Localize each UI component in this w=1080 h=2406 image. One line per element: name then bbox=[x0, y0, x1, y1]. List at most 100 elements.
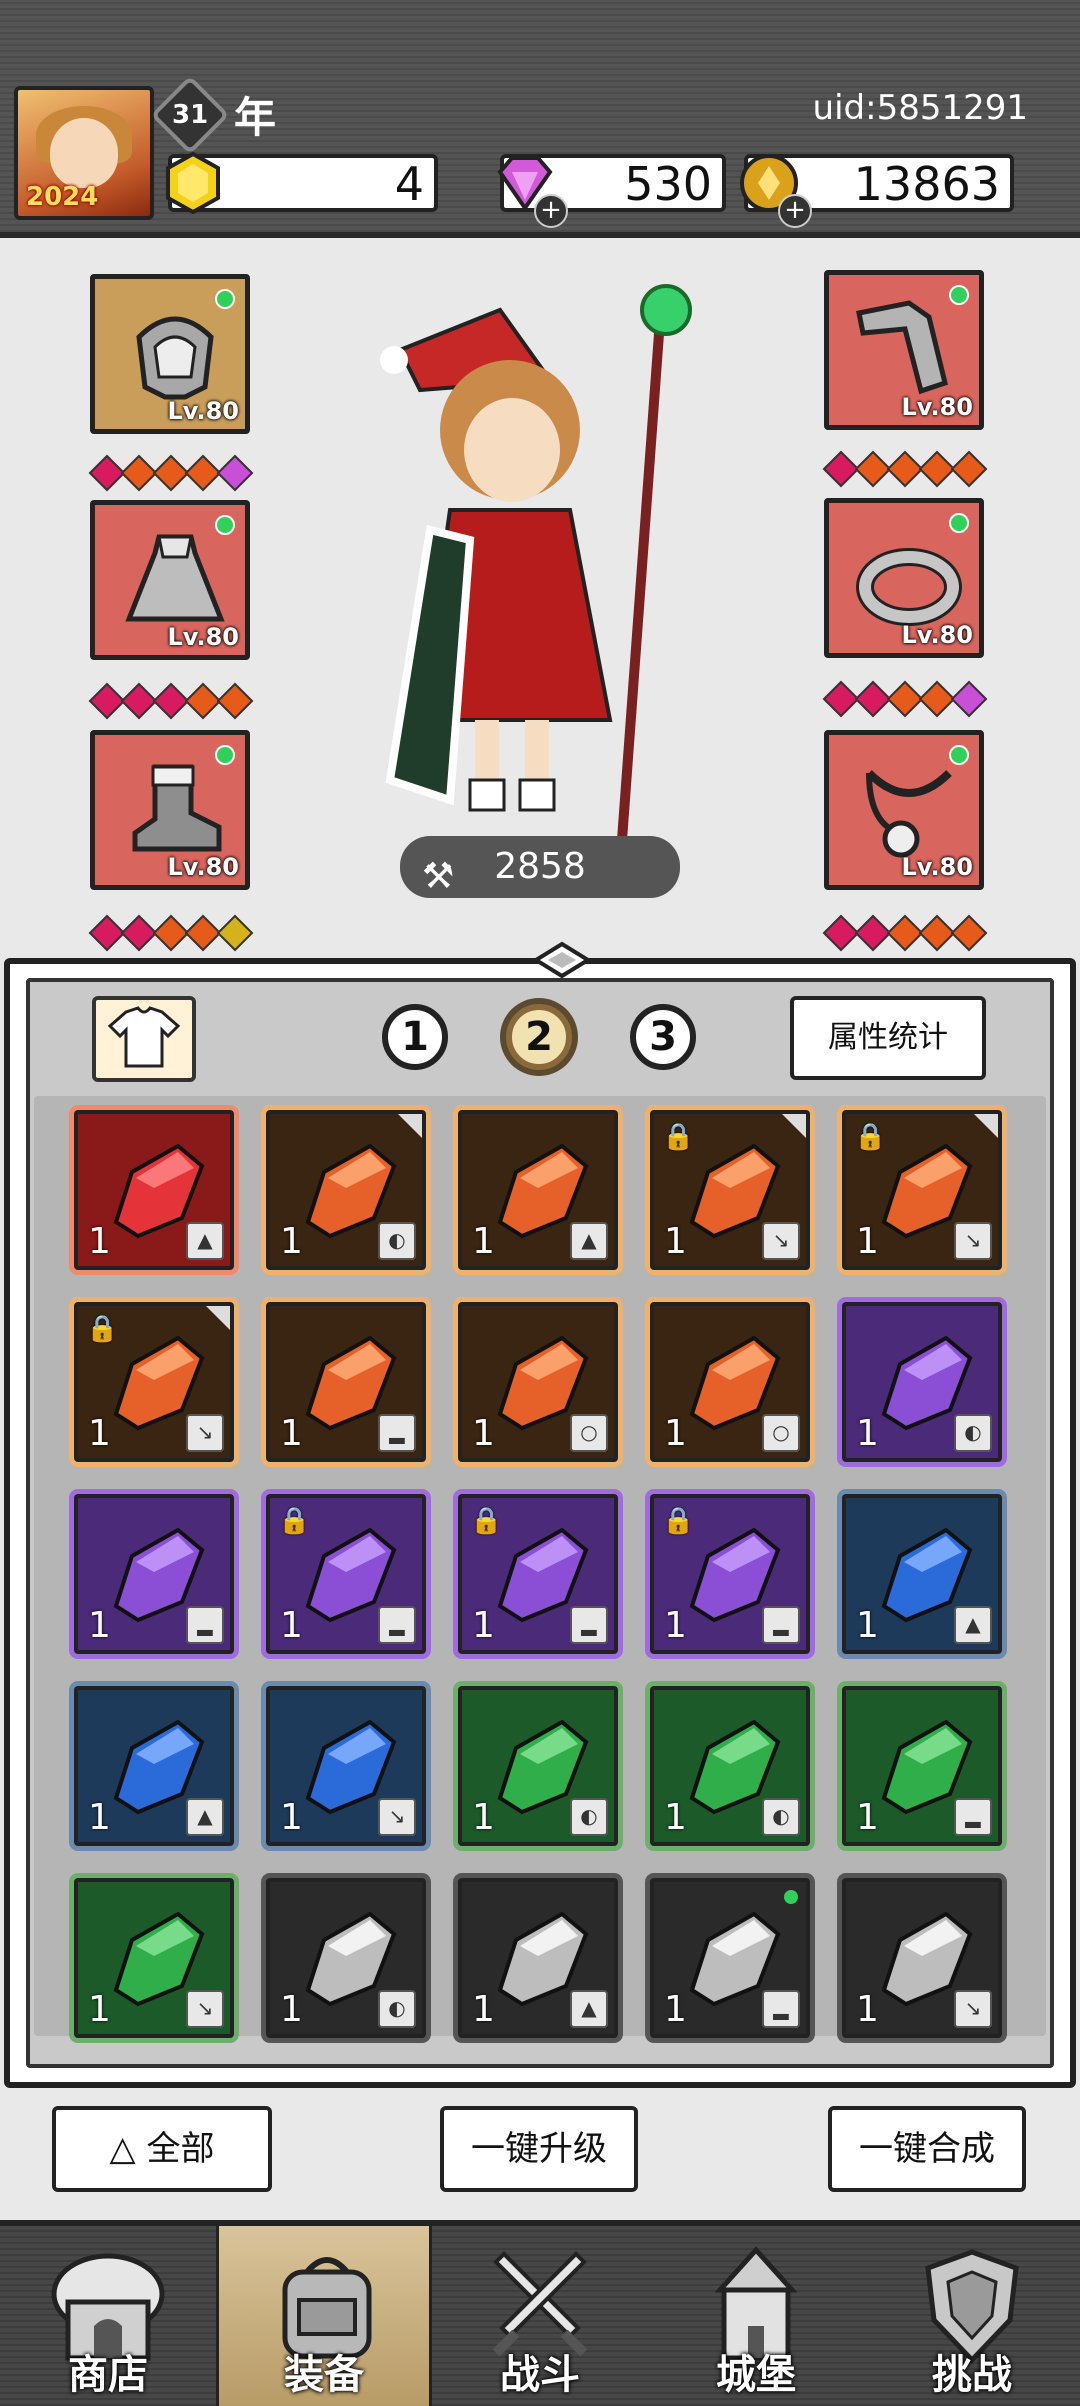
ring-quality-stars bbox=[822, 680, 988, 718]
panel-top-ornament bbox=[532, 941, 592, 979]
nav-label: 装备 bbox=[284, 2352, 364, 2398]
slot-type-cape-icon: ▲ bbox=[186, 1798, 224, 1836]
inventory-item-orange-gem[interactable]: 1 ○ bbox=[458, 1302, 618, 1462]
gear-level: Lv.80 bbox=[901, 393, 974, 421]
helmet-quality-stars bbox=[88, 454, 254, 492]
character-portrait[interactable] bbox=[360, 280, 700, 840]
one-click-merge-button[interactable]: 一键合成 bbox=[828, 2106, 1026, 2192]
lock-icon: 🔒 bbox=[662, 1506, 695, 1536]
inventory-item-orange-gem[interactable]: 1 ▲ bbox=[458, 1110, 618, 1270]
slot-type-helmet-icon: ◐ bbox=[762, 1798, 800, 1836]
item-quantity: 1 bbox=[472, 1989, 495, 2030]
inventory-item-gray-gem[interactable]: 1 ◐ bbox=[266, 1878, 426, 2038]
nav-label: 挑战 bbox=[932, 2352, 1012, 2398]
equip-slot-ring[interactable]: Lv.80 bbox=[824, 498, 984, 658]
attribute-stats-button[interactable]: 属性统计 bbox=[790, 996, 986, 1080]
inventory-item-blue-gem[interactable]: 1 ▲ bbox=[842, 1494, 1002, 1654]
slot-type-boots-icon: ▂ bbox=[378, 1414, 416, 1452]
nav-equipment[interactable]: 装备 bbox=[216, 2226, 432, 2406]
inventory-item-orange-gem[interactable]: 1 ◐ bbox=[266, 1110, 426, 1270]
inventory-item-gray-gem[interactable]: 1 ▂ bbox=[650, 1878, 810, 2038]
nav-castle[interactable]: 城堡 bbox=[648, 2226, 864, 2406]
upgrade-available-dot bbox=[949, 513, 969, 533]
upgrade-available-dot bbox=[215, 515, 235, 535]
inventory-item-orange-gem[interactable]: 1 ↘ 🔒 bbox=[842, 1110, 1002, 1270]
add-diamond-button[interactable]: + bbox=[534, 194, 568, 228]
resource-value: 530 bbox=[624, 157, 712, 211]
slot-type-bracer-icon: ↘ bbox=[186, 1990, 224, 2028]
equip-slot-necklace[interactable]: Lv.80 bbox=[824, 730, 984, 890]
inventory-item-green-gem[interactable]: 1 ◐ bbox=[650, 1686, 810, 1846]
set-tab-1[interactable]: 1 bbox=[382, 1004, 448, 1070]
inventory-item-purple-gem[interactable]: 1 ◐ bbox=[842, 1302, 1002, 1462]
nav-label: 商店 bbox=[68, 2352, 148, 2398]
add-coin-button[interactable]: + bbox=[778, 194, 812, 228]
inventory-item-purple-gem[interactable]: 1 ▂ 🔒 bbox=[266, 1494, 426, 1654]
inventory-item-blue-gem[interactable]: 1 ↘ bbox=[266, 1686, 426, 1846]
new-corner-marker bbox=[206, 1306, 230, 1330]
item-quantity: 1 bbox=[664, 1413, 687, 1454]
inventory-item-purple-gem[interactable]: 1 ▂ 🔒 bbox=[650, 1494, 810, 1654]
inventory-item-green-gem[interactable]: 1 ↘ bbox=[74, 1878, 234, 2038]
player-avatar[interactable]: 2024 bbox=[14, 86, 154, 220]
equip-slot-bracer[interactable]: Lv.80 bbox=[824, 270, 984, 430]
lock-icon: 🔒 bbox=[86, 1314, 119, 1344]
power-icon: ⚒ bbox=[422, 856, 455, 897]
shirt-icon bbox=[107, 1006, 181, 1068]
resource-value: 4 bbox=[394, 157, 424, 211]
set-tab-2[interactable]: 2 bbox=[506, 1004, 572, 1070]
nav-shop[interactable]: 商店 bbox=[0, 2226, 216, 2406]
quality-diamond bbox=[950, 680, 988, 718]
inventory-item-gray-gem[interactable]: 1 ↘ bbox=[842, 1878, 1002, 2038]
inventory-item-blue-gem[interactable]: 1 ▲ bbox=[74, 1686, 234, 1846]
upgrade-available-dot bbox=[215, 289, 235, 309]
equip-slot-cape[interactable]: Lv.80 bbox=[90, 500, 250, 660]
nav-challenge[interactable]: 挑战 bbox=[864, 2226, 1080, 2406]
item-quantity: 1 bbox=[664, 1605, 687, 1646]
filter-all-button[interactable]: △ 全部 bbox=[52, 2106, 272, 2192]
inventory-item-orange-gem[interactable]: 1 ↘ 🔒 bbox=[74, 1302, 234, 1462]
slot-type-necklace-icon: ○ bbox=[570, 1414, 608, 1452]
inventory-item-green-gem[interactable]: 1 ▂ bbox=[842, 1686, 1002, 1846]
slot-type-cape-icon: ▲ bbox=[186, 1222, 224, 1260]
one-click-upgrade-button[interactable]: 一键升级 bbox=[440, 2106, 638, 2192]
upgrade-available-dot bbox=[215, 745, 235, 765]
inventory-item-purple-gem[interactable]: 1 ▂ 🔒 bbox=[458, 1494, 618, 1654]
combat-power: ⚒ 2858 bbox=[400, 836, 680, 898]
inventory-item-gray-gem[interactable]: 1 ▲ bbox=[458, 1878, 618, 2038]
item-quantity: 1 bbox=[88, 1605, 111, 1646]
nav-battle[interactable]: 战斗 bbox=[432, 2226, 648, 2406]
item-quantity: 1 bbox=[280, 1413, 303, 1454]
slot-type-helmet-icon: ◐ bbox=[378, 1990, 416, 2028]
slot-type-necklace-icon: ○ bbox=[762, 1414, 800, 1452]
inventory-item-orange-gem[interactable]: 1 ▂ bbox=[266, 1302, 426, 1462]
inventory-item-orange-gem[interactable]: 1 ○ bbox=[650, 1302, 810, 1462]
item-quantity: 1 bbox=[856, 1221, 879, 1262]
equip-slot-boots[interactable]: Lv.80 bbox=[90, 730, 250, 890]
set-tab-3[interactable]: 3 bbox=[630, 1004, 696, 1070]
item-quantity: 1 bbox=[280, 1221, 303, 1262]
quality-diamond bbox=[216, 682, 254, 720]
uid-label: uid:5851291 bbox=[812, 88, 1028, 128]
inventory-item-green-gem[interactable]: 1 ◐ bbox=[458, 1686, 618, 1846]
item-quantity: 1 bbox=[664, 1989, 687, 2030]
lock-icon: 🔒 bbox=[662, 1122, 695, 1152]
lock-icon: 🔒 bbox=[470, 1506, 503, 1536]
outfit-button[interactable] bbox=[92, 996, 196, 1082]
bottom-navigation: 商店 装备 战斗 城堡 挑战 bbox=[0, 2220, 1080, 2406]
year-number: 31 bbox=[171, 99, 209, 130]
slot-type-bracer-icon: ↘ bbox=[954, 1222, 992, 1260]
bracer-quality-stars bbox=[822, 450, 988, 488]
resource-value: 13863 bbox=[853, 157, 1000, 211]
inventory-item-orange-gem[interactable]: 1 ↘ 🔒 bbox=[650, 1110, 810, 1270]
new-corner-marker bbox=[398, 1114, 422, 1138]
slot-type-bracer-icon: ↘ bbox=[762, 1222, 800, 1260]
slot-type-boots-icon: ▂ bbox=[378, 1606, 416, 1644]
inventory-item-purple-gem[interactable]: 1 ▂ bbox=[74, 1494, 234, 1654]
gear-level: Lv.80 bbox=[167, 623, 240, 651]
necklace-quality-stars bbox=[822, 914, 988, 952]
inventory-item-red-gem[interactable]: 1 ▲ bbox=[74, 1110, 234, 1270]
equip-slot-helmet[interactable]: Lv.80 bbox=[90, 274, 250, 434]
slot-type-helmet-icon: ◐ bbox=[570, 1798, 608, 1836]
resource-diamond: + 530 bbox=[497, 154, 726, 228]
